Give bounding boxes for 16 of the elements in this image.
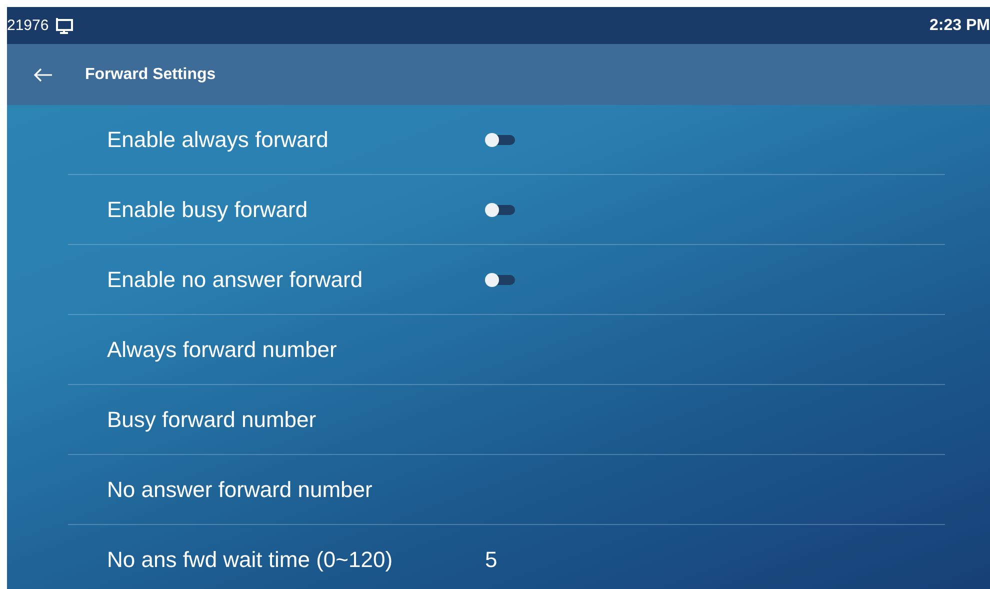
setting-label[interactable]: Enable busy forward (107, 196, 485, 222)
setting-label[interactable]: No ans fwd wait time (0~120) (107, 547, 485, 573)
setting-label[interactable]: Enable no answer forward (107, 266, 485, 292)
toggle-switch[interactable] (485, 272, 515, 286)
toggle-switch[interactable] (485, 202, 515, 216)
setting-label[interactable]: Enable always forward (107, 126, 485, 152)
setting-label[interactable]: Busy forward number (107, 406, 485, 432)
setting-value: 5 (485, 547, 498, 573)
clock-time: 2:23 PM (930, 16, 990, 34)
setting-label[interactable]: No answer forward number (107, 476, 485, 502)
toggle-switch[interactable] (485, 132, 515, 146)
setting-label[interactable]: Always forward number (107, 336, 485, 362)
monitor-icon (54, 16, 74, 34)
back-arrow-icon[interactable] (33, 68, 53, 82)
page-title: Forward Settings (85, 66, 216, 84)
extension-number: 21976 (7, 17, 49, 34)
